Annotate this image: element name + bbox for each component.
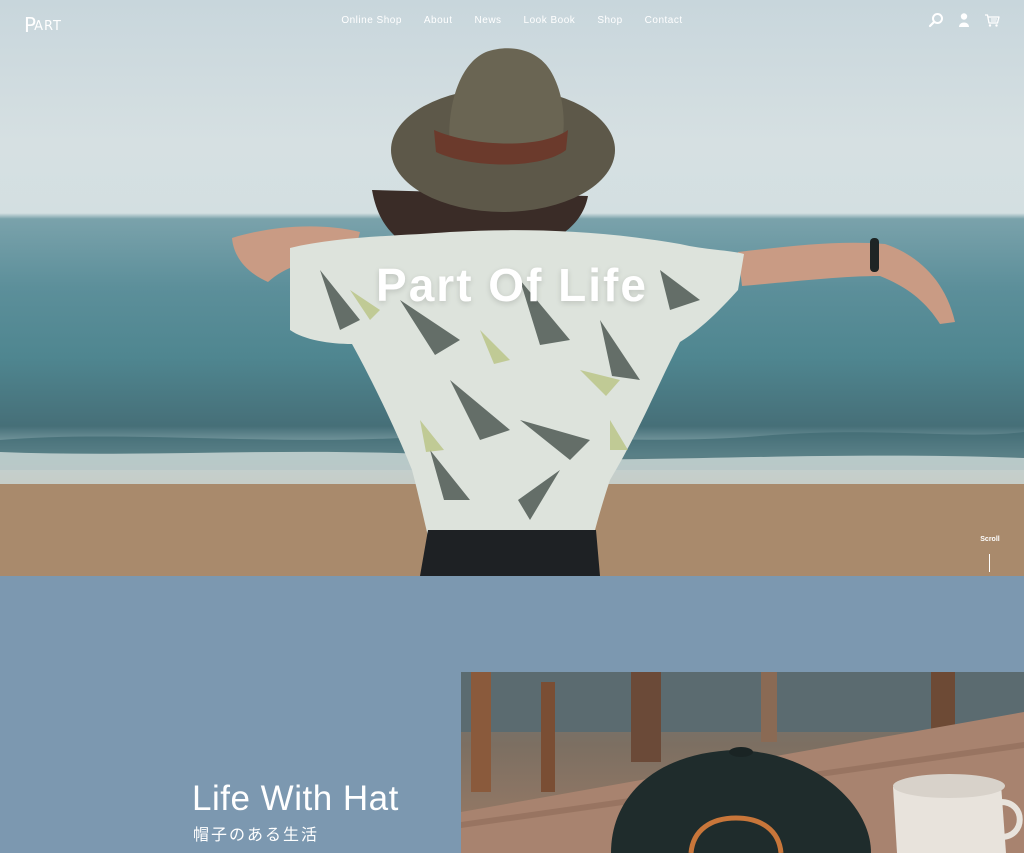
header-tools (928, 12, 1000, 28)
nav-item-shop[interactable]: Shop (597, 15, 622, 26)
cafe-illustration (461, 672, 1024, 853)
user-icon[interactable] (956, 12, 972, 28)
section-title: Life With Hat (192, 779, 399, 818)
cart-icon[interactable] (984, 12, 1000, 28)
main-nav: Online Shop About News Look Book Shop Co… (0, 15, 1024, 26)
search-icon[interactable] (928, 12, 944, 28)
nav-item-online-shop[interactable]: Online Shop (341, 15, 402, 26)
nav-item-about[interactable]: About (424, 15, 453, 26)
cafe-photo (461, 672, 1024, 853)
hero-image: Part Of Life (0, 0, 1024, 576)
scroll-label[interactable]: Scroll (974, 536, 1006, 543)
hero-title: Part Of Life (376, 259, 648, 311)
nav-item-look-book[interactable]: Look Book (524, 15, 576, 26)
section-subtitle: 帽子のある生活 (193, 825, 320, 844)
nav-item-news[interactable]: News (475, 15, 502, 26)
scroll-indicator (989, 554, 990, 572)
nav-item-contact[interactable]: Contact (645, 15, 683, 26)
